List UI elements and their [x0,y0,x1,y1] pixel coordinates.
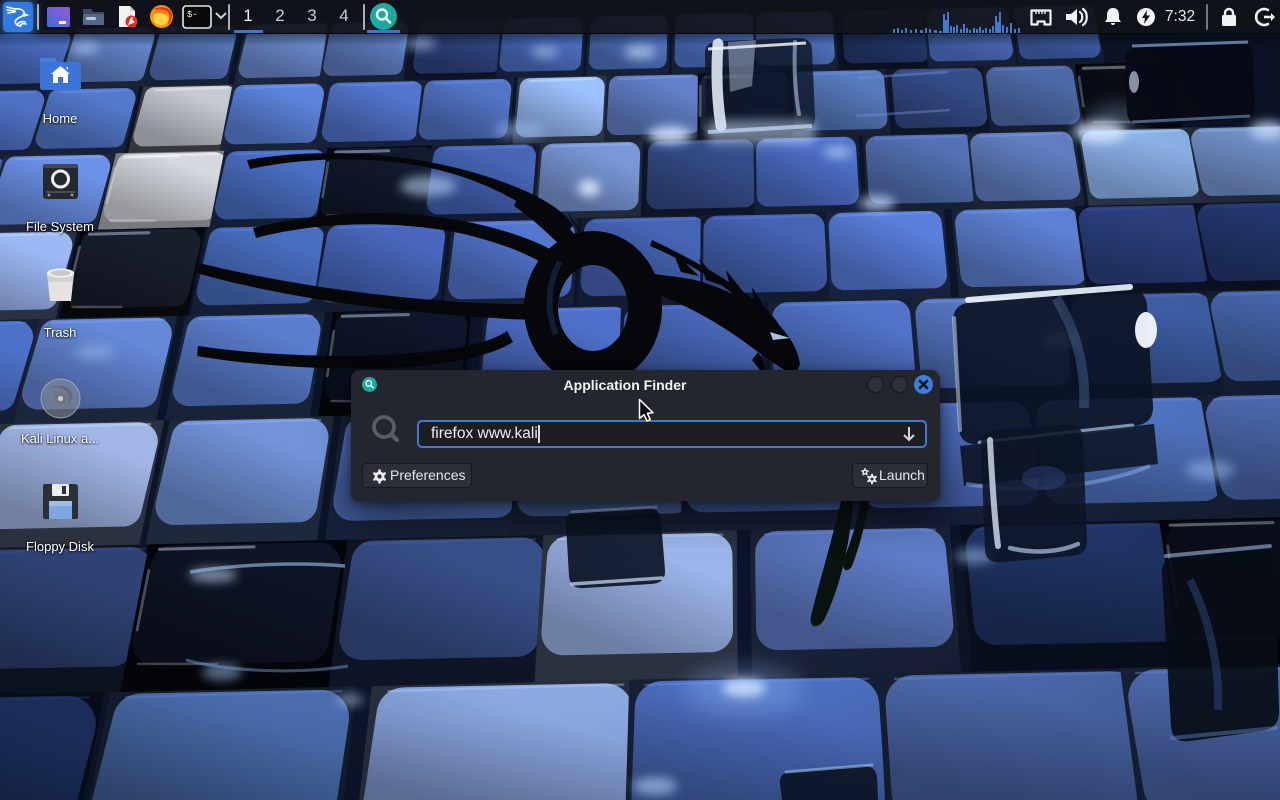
svg-text:$-: $- [187,10,198,20]
